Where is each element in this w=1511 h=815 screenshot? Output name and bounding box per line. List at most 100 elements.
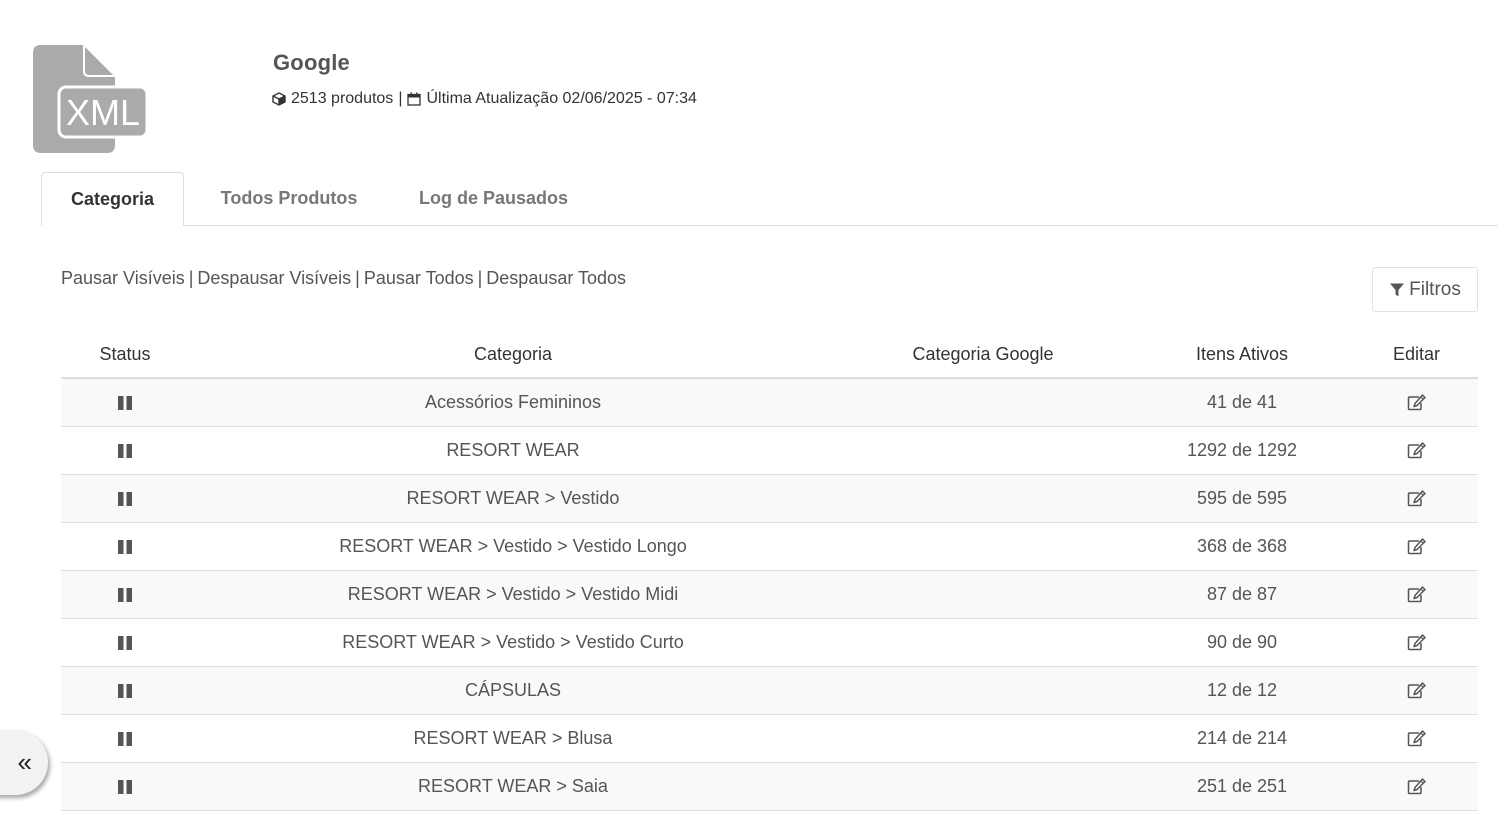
table-row: CÁPSULAS 12 de 12	[61, 667, 1478, 715]
tab-log-de-pausados[interactable]: Log de Pausados	[406, 172, 581, 225]
pause-icon[interactable]	[117, 587, 133, 603]
pause-icon[interactable]	[117, 635, 133, 651]
table-body: Acessórios Femininos 41 de 41 RESORT WEAR 1…	[61, 379, 1478, 811]
row-edit-cell	[1355, 763, 1478, 810]
collapse-sidebar-button[interactable]: «	[0, 730, 48, 795]
edit-icon[interactable]	[1407, 634, 1426, 651]
header-google-category[interactable]: Categoria Google	[837, 331, 1129, 377]
row-status-cell	[61, 475, 189, 522]
table-row: RESORT WEAR > Saia 251 de 251	[61, 763, 1478, 811]
row-google-category	[837, 763, 1129, 810]
row-edit-cell	[1355, 379, 1478, 426]
pause-visible-link[interactable]: Pausar Visíveis	[61, 268, 185, 288]
pause-icon[interactable]	[117, 491, 133, 507]
row-edit-cell	[1355, 715, 1478, 762]
unpause-visible-link[interactable]: Despausar Visíveis	[197, 268, 351, 288]
table-row: RESORT WEAR > Vestido > Vestido Curto 90 …	[61, 619, 1478, 667]
row-edit-cell	[1355, 619, 1478, 666]
row-active-items: 595 de 595	[1196, 488, 1288, 508]
row-active-items: 251 de 251	[1196, 776, 1288, 796]
row-status-cell	[61, 427, 189, 474]
row-status-cell	[61, 715, 189, 762]
table-row: RESORT WEAR 1292 de 1292	[61, 427, 1478, 475]
row-edit-cell	[1355, 427, 1478, 474]
table-header: Status Categoria Categoria Google Itens …	[61, 331, 1478, 379]
row-category: RESORT WEAR > Blusa	[413, 728, 613, 748]
row-status-cell	[61, 571, 189, 618]
feed-title: Google	[273, 50, 350, 75]
tab-todos-produtos[interactable]: Todos Produtos	[209, 172, 369, 225]
edit-icon[interactable]	[1407, 538, 1426, 555]
table-row: RESORT WEAR > Vestido > Vestido Midi 87 d…	[61, 571, 1478, 619]
row-active-items: 368 de 368	[1196, 536, 1288, 556]
filters-button[interactable]: Filtros	[1372, 267, 1478, 312]
last-update: Última Atualização 02/06/2025 - 07:34	[426, 90, 697, 107]
pause-icon[interactable]	[117, 731, 133, 747]
row-category: RESORT WEAR > Vestido > Vestido Longo	[339, 536, 687, 556]
filter-icon	[1390, 283, 1405, 296]
action-separator: |	[477, 268, 483, 288]
pause-icon[interactable]	[117, 443, 133, 459]
row-category: RESORT WEAR > Vestido > Vestido Midi	[347, 584, 679, 604]
edit-icon[interactable]	[1407, 778, 1426, 795]
header-category[interactable]: Categoria	[189, 331, 837, 377]
row-google-category	[837, 427, 1129, 474]
action-separator: |	[188, 268, 194, 288]
edit-icon[interactable]	[1407, 490, 1426, 507]
row-google-category	[837, 715, 1129, 762]
row-edit-cell	[1355, 667, 1478, 714]
row-google-category	[837, 667, 1129, 714]
action-separator: |	[355, 268, 360, 288]
bulk-actions: Pausar Visíveis | Despausar Visíveis | Pausa…	[61, 268, 626, 289]
row-active-items: 12 de 12	[1206, 680, 1278, 700]
row-active-items: 214 de 214	[1196, 728, 1288, 748]
row-active-items: 1292 de 1292	[1186, 440, 1298, 460]
row-category: RESORT WEAR > Vestido	[406, 488, 620, 508]
row-edit-cell	[1355, 571, 1478, 618]
edit-icon[interactable]	[1407, 730, 1426, 747]
row-category: RESORT WEAR > Saia	[418, 776, 608, 796]
pause-icon[interactable]	[117, 395, 133, 411]
xml-file-icon: XML	[33, 45, 149, 153]
row-edit-cell	[1355, 475, 1478, 522]
table-row: RESORT WEAR > Vestido > Vestido Longo 368…	[61, 523, 1478, 571]
edit-icon[interactable]	[1407, 394, 1426, 411]
meta-separator: |	[398, 90, 403, 107]
row-category: CÁPSULAS	[464, 680, 562, 700]
row-active-items: 87 de 87	[1206, 584, 1278, 604]
header-edit: Editar	[1392, 343, 1441, 364]
pause-icon[interactable]	[117, 683, 133, 699]
product-count: 2513 produtos	[291, 90, 394, 107]
row-edit-cell	[1355, 523, 1478, 570]
header-status[interactable]: Status	[61, 331, 189, 377]
row-google-category	[837, 619, 1129, 666]
filters-button-label: Filtros	[1409, 278, 1461, 300]
row-active-items: 90 de 90	[1206, 632, 1278, 652]
unpause-all-link[interactable]: Despausar Todos	[486, 268, 626, 288]
double-chevron-left-icon: «	[17, 747, 32, 777]
row-category: Acessórios Femininos	[424, 392, 602, 412]
tab-categoria[interactable]: Categoria	[41, 172, 184, 226]
row-google-category	[837, 475, 1129, 522]
cube-icon	[272, 92, 286, 106]
row-google-category	[837, 571, 1129, 618]
row-status-cell	[61, 763, 189, 810]
pause-icon[interactable]	[117, 539, 133, 555]
header-active-items[interactable]: Itens Ativos	[1129, 331, 1355, 377]
edit-icon[interactable]	[1407, 586, 1426, 603]
pause-all-link[interactable]: Pausar Todos	[364, 268, 474, 288]
row-status-cell	[61, 667, 189, 714]
feed-meta: 2513 produtos | Última Atualização 02/06…	[272, 90, 697, 108]
row-category: RESORT WEAR > Vestido > Vestido Curto	[342, 632, 684, 652]
table-row: Acessórios Femininos 41 de 41	[61, 379, 1478, 427]
pause-icon[interactable]	[117, 779, 133, 795]
row-active-items: 41 de 41	[1206, 392, 1278, 412]
row-status-cell	[61, 619, 189, 666]
edit-icon[interactable]	[1407, 442, 1426, 459]
category-table: Status Categoria Categoria Google Itens …	[61, 331, 1478, 811]
calendar-icon	[407, 92, 422, 106]
row-category: RESORT WEAR	[446, 440, 580, 460]
row-status-cell	[61, 523, 189, 570]
edit-icon[interactable]	[1407, 682, 1426, 699]
tab-bar: Categoria Todos Produtos Log de Pausados	[41, 172, 1498, 226]
